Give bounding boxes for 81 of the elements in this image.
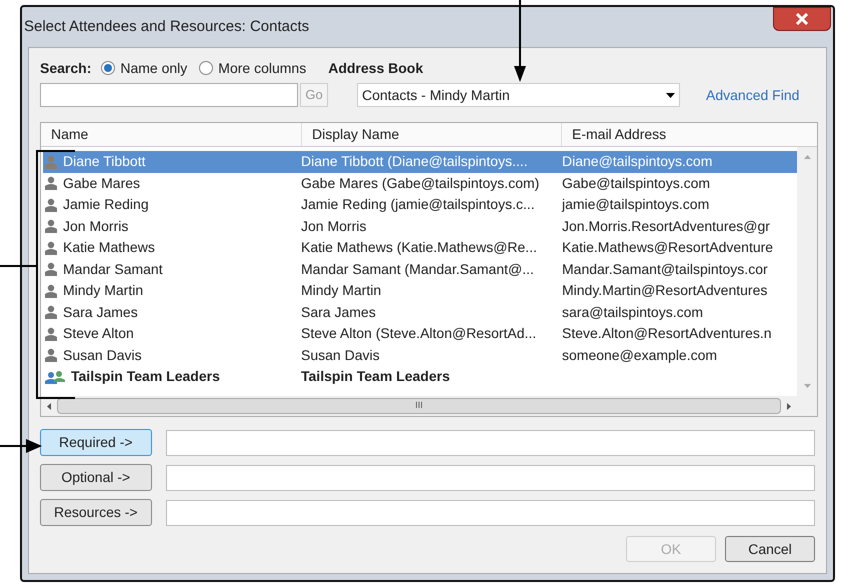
search-field[interactable] [40,83,298,107]
column-header[interactable]: Name [41,123,301,146]
window-title: Select Attendees and Resources: Contacts [24,16,310,37]
person-icon [45,326,57,341]
table-cell-text: Katie Mathews (Katie.Mathews@Re... [301,238,537,258]
radio-button[interactable]: More columns [199,58,306,78]
table-cell-text: jamie@tailspintoys.com [562,195,710,214]
table-cell-text: Jon Morris [63,216,128,236]
recipient-field[interactable] [166,430,815,456]
table-cell-text: Steve.Alton@ResortAdventures.n [562,324,772,344]
table-cell-text: Jamie Reding [63,195,149,214]
contact-row[interactable]: Sara James Sara James sara@tailspintoys.com [43,302,797,323]
table-cell-text: Jon.Morris.ResortAdventures@gr [562,216,770,236]
contact-row[interactable]: Jon Morris Jon Morris Jon.Morris.ResortAdventures@gr [43,216,797,237]
table-cell-text: Diane Tibbott [63,152,146,172]
contact-row[interactable]: Tailspin Team Leaders Tailspin Team Leaders [43,366,797,388]
contact-row[interactable]: Gabe Mares Gabe Mares (Gabe@tailspintoys.com) Gabe@tailspintoys.com [43,172,797,194]
scroll-down-icon [804,384,810,388]
table-cell-text: Mandar Samant (Mandar.Samant@... [301,260,534,279]
table-cell-text: Gabe@tailspintoys.com [562,174,710,193]
table-cell-text: Sara James [63,302,138,322]
table-cell-text: Gabe Mares (Gabe@tailspintoys.com) [301,174,540,193]
address-book-dropdown[interactable]: Contacts - Mindy Martin [357,83,680,107]
column-header[interactable]: Display Name [301,123,561,146]
recipient-button[interactable]: Optional -> [40,464,152,491]
person-icon [45,240,57,255]
table-cell-text: Jon Morris [301,216,366,236]
column-header[interactable]: E-mail Address [561,123,817,146]
table-cell-text: Steve Alton (Steve.Alton@ResortAd... [301,324,536,344]
contact-row[interactable]: Katie Mathews Katie Mathews (Katie.Mathews@Re... Katie.Mathews@ResortAdventure [43,237,797,258]
table-cell-text: Mindy Martin [63,281,144,300]
radio-button[interactable]: Name only [101,58,188,78]
search-label: Search: [40,58,92,78]
scroll-up-icon [804,155,810,159]
contact-row[interactable]: Jamie Reding Jamie Reding (jamie@tailspintoys.c... jamie@tailspintoys.com [43,194,797,216]
contact-row[interactable]: Susan Davis Susan Davis someone@example.com [43,344,797,366]
table-cell-text: Katie Mathews [63,238,155,258]
close-icon [795,13,809,25]
scroll-left-icon [47,402,51,410]
recipient-button[interactable]: Resources -> [40,499,152,526]
table-cell-text: someone@example.com [562,346,718,365]
person-icon [45,154,57,169]
table-cell-text: Diane Tibbott (Diane@tailspintoys.... [301,152,528,172]
advanced-find-link[interactable]: Advanced Find [706,84,800,106]
recipient-button[interactable]: Required -> [40,429,152,456]
scroll-right-icon [787,402,791,410]
caret-icon [666,92,675,98]
table-cell-text: Susan Davis [301,346,380,365]
recipient-field[interactable] [166,464,815,490]
table-cell-text: Mindy.Martin@ResortAdventures [562,281,768,300]
leader-line [0,439,42,453]
table-cell-text: Tailspin Team Leaders [301,367,450,386]
table-cell-text: Susan Davis [63,346,142,365]
person-icon [45,262,57,276]
table-cell-text: Diane@tailspintoys.com [562,152,712,172]
recipient-field[interactable] [166,500,815,526]
table-cell-text: Sara James [301,302,376,322]
contact-row[interactable]: Mandar Samant Mandar Samant (Mandar.Samant@... Mandar.Samant@tailspintoys.cor [43,258,797,280]
table-cell-text: Mandar.Samant@tailspintoys.cor [562,260,768,279]
close-button[interactable] [773,7,831,31]
contact-row[interactable]: Steve Alton Steve Alton (Steve.Alton@ResortAd... Steve.Alton@ResortAdventures.n [43,323,797,344]
table-cell-text: Katie.Mathews@ResortAdventure [562,238,774,258]
table-cell-text: Steve Alton [63,324,134,344]
table-cell-text: Mindy Martin [301,281,382,300]
vertical-scrollbar[interactable] [797,147,817,396]
dialog-button[interactable]: Cancel [725,536,815,562]
table-cell-text: sara@tailspintoys.com [562,302,704,322]
person-icon [45,284,57,298]
person-icon [45,219,57,234]
horizontal-scrollbar-thumb[interactable]: III [57,398,781,414]
address-book-label: Address Book [328,58,424,78]
table-cell-text: Tailspin Team Leaders [71,367,220,386]
person-icon [45,348,57,362]
contact-row[interactable]: Mindy Martin Mindy Martin Mindy.Martin@ResortAdventures [43,280,797,302]
table-cell-text: Jamie Reding (jamie@tailspintoys.c... [301,195,535,214]
group-icon [45,370,65,384]
person-icon [45,305,57,320]
person-icon [45,176,57,190]
table-cell-text: Gabe Mares [63,174,140,193]
person-icon [45,198,57,212]
table-cell-text: Mandar Samant [63,260,163,279]
